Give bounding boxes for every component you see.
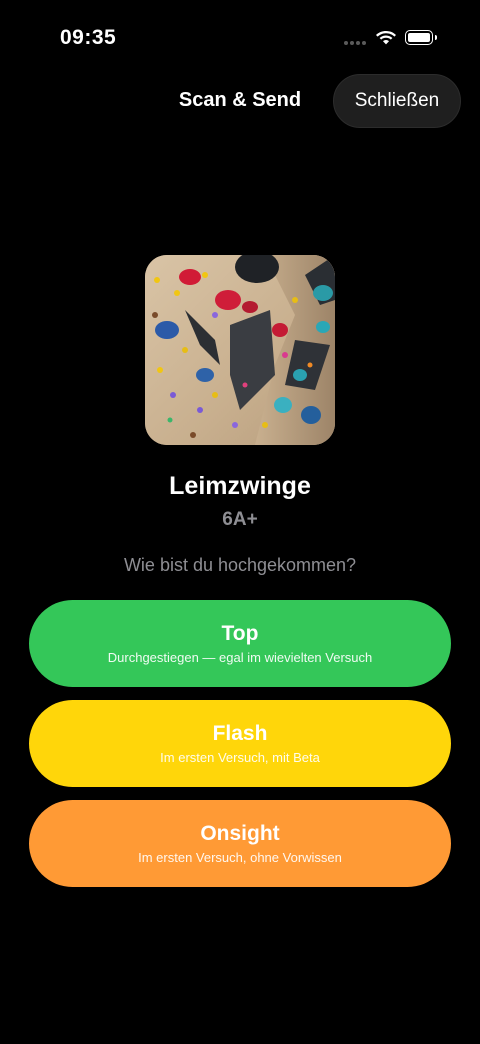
cellular-signal-icon bbox=[344, 41, 366, 45]
onsight-button-description: Im ersten Versuch, ohne Vorwissen bbox=[138, 849, 342, 865]
route-grade: 6A+ bbox=[222, 509, 258, 530]
onsight-button-label: Onsight bbox=[200, 821, 280, 845]
flash-button-description: Im ersten Versuch, mit Beta bbox=[160, 749, 320, 765]
onsight-button[interactable]: Onsight Im ersten Versuch, ohne Vorwisse… bbox=[29, 800, 451, 887]
climbing-wall-photo bbox=[145, 255, 335, 445]
battery-icon bbox=[405, 30, 437, 45]
status-time: 09:35 bbox=[60, 26, 117, 49]
wifi-icon bbox=[376, 31, 396, 45]
flash-button-label: Flash bbox=[212, 721, 268, 745]
route-name: Leimzwinge bbox=[169, 472, 311, 500]
top-button[interactable]: Top Durchgestiegen — egal im wievielten … bbox=[29, 600, 451, 687]
flash-button[interactable]: Flash Im ersten Versuch, mit Beta bbox=[29, 700, 451, 787]
top-button-description: Durchgestiegen — egal im wievielten Vers… bbox=[107, 649, 373, 665]
route-image bbox=[145, 255, 335, 445]
close-button[interactable]: Schließen bbox=[333, 74, 461, 128]
top-button-label: Top bbox=[221, 621, 259, 645]
ascent-question: Wie bist du hochgekommen? bbox=[123, 555, 357, 575]
